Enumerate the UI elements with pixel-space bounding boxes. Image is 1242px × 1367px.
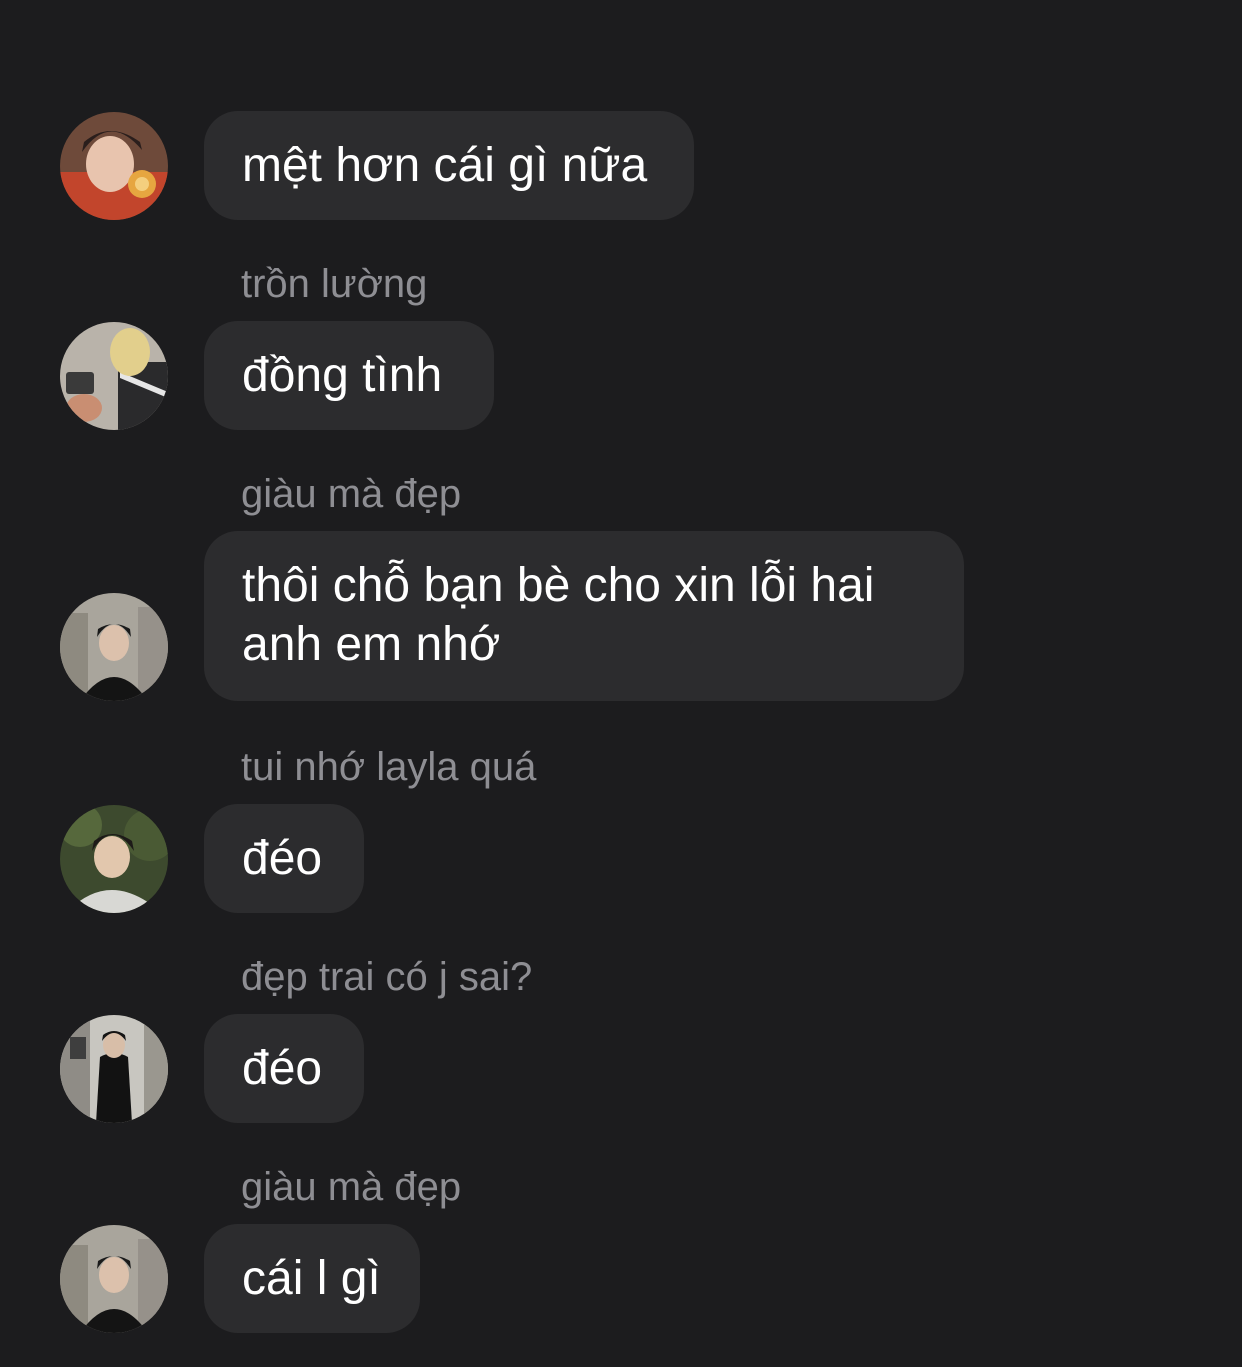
sender-name: tui nhớ layla quá — [241, 745, 537, 789]
message-bubble[interactable]: cái l gì — [204, 1224, 420, 1333]
sender-name: đẹp trai có j sai? — [241, 955, 533, 999]
sender-avatar[interactable] — [60, 593, 168, 701]
message-bubble[interactable]: mệt hơn cái gì nữa — [204, 111, 694, 220]
sender-avatar[interactable] — [60, 322, 168, 430]
sender-name: trồn lường — [241, 262, 428, 306]
sender-avatar[interactable] — [60, 1225, 168, 1333]
chat-thread: mệt hơn cái gì nữa trồn lường đồng tình … — [0, 0, 1242, 1367]
message-bubble[interactable]: đồng tình — [204, 321, 494, 430]
message-bubble[interactable]: đéo — [204, 1014, 364, 1123]
sender-avatar[interactable] — [60, 112, 168, 220]
sender-name: giàu mà đẹp — [241, 1165, 462, 1209]
sender-avatar[interactable] — [60, 1015, 168, 1123]
message-bubble[interactable]: thôi chỗ bạn bè cho xin lỗi hai anh em n… — [204, 531, 964, 701]
message-bubble[interactable]: đéo — [204, 804, 364, 913]
sender-name: giàu mà đẹp — [241, 472, 462, 516]
sender-avatar[interactable] — [60, 805, 168, 913]
